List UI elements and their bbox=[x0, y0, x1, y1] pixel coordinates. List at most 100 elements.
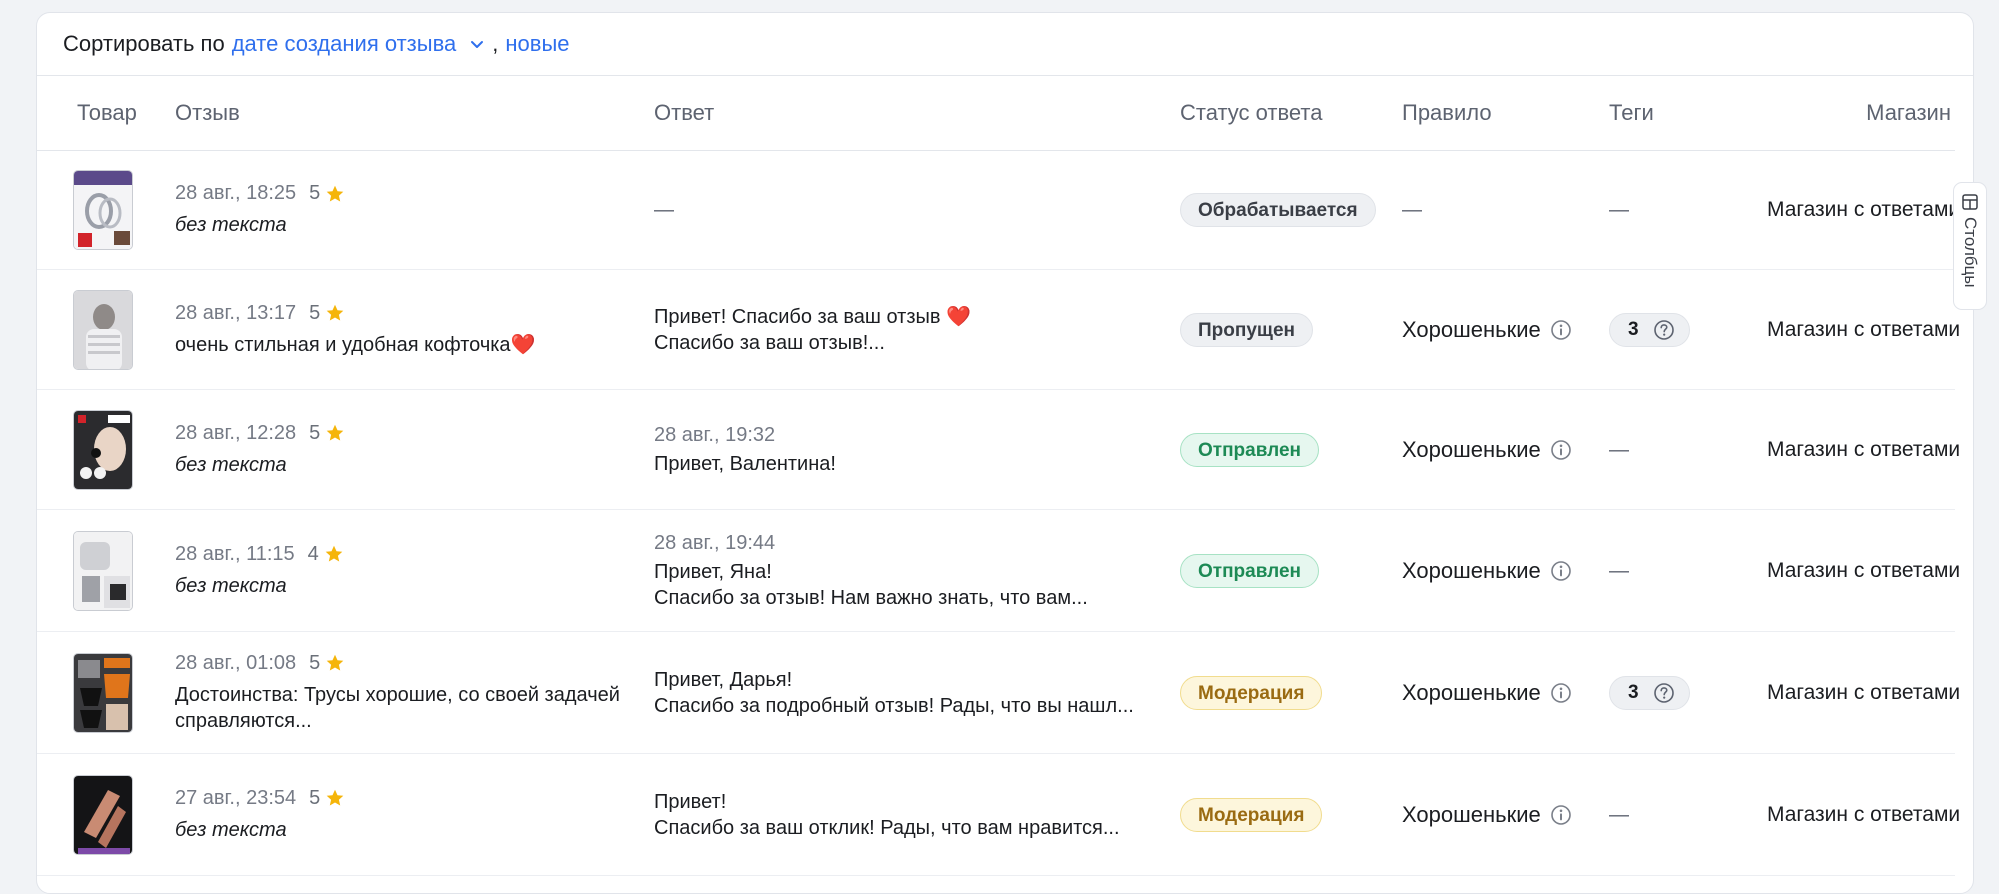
table-row[interactable]: 28 авг., 11:15 4 без текста 28 авг., 19:4… bbox=[37, 509, 1960, 632]
answer-time: 28 авг., 19:44 bbox=[654, 532, 776, 554]
review-date: 28 авг., 12:28 bbox=[175, 421, 297, 444]
tags-chip[interactable]: 3 bbox=[1609, 675, 1690, 710]
column-header-status[interactable]: Статус ответа bbox=[1180, 76, 1402, 151]
tags-count: 3 bbox=[1628, 681, 1639, 703]
tags-cell: — bbox=[1609, 509, 1767, 632]
star-icon bbox=[325, 303, 345, 323]
question-icon bbox=[1653, 319, 1675, 341]
answer-cell: 28 авг., 19:44 Привет, Яна! Спасибо за о… bbox=[654, 509, 1180, 632]
answer-time: 28 авг., 19:32 bbox=[654, 424, 776, 446]
table-row[interactable]: 28 авг., 01:08 5 Достоинства: Трусы хорош… bbox=[37, 631, 1960, 754]
columns-icon bbox=[1961, 193, 1979, 211]
review-rating: 5 bbox=[309, 421, 321, 444]
answer-line: Спасибо за ваш отклик! Рады, что вам нра… bbox=[654, 816, 1120, 839]
sort-bar: Сортировать по дате создания отзыва , но… bbox=[37, 13, 1973, 76]
answer-empty: — bbox=[654, 198, 674, 221]
shop-name: Магазин с ответами bbox=[1767, 269, 1960, 390]
status-cell: Обрабатывается bbox=[1180, 150, 1402, 270]
tags-empty: — bbox=[1609, 199, 1629, 221]
rule-name[interactable]: Хорошенькие bbox=[1402, 437, 1541, 463]
rule-name[interactable]: Хорошенькие bbox=[1402, 558, 1541, 584]
column-header-tags[interactable]: Теги bbox=[1609, 76, 1767, 151]
shop-name: Магазин с ответами bbox=[1767, 753, 1960, 876]
product-thumbnail[interactable] bbox=[73, 530, 133, 611]
table-row[interactable]: 27 авг., 23:54 5 без текста Привет! Спаси… bbox=[37, 753, 1960, 876]
review-cell: 28 авг., 18:25 5 без текста bbox=[175, 150, 654, 270]
answer-cell: Привет! Спасибо за ваш отклик! Рады, что… bbox=[654, 753, 1180, 876]
sort-separator: , bbox=[492, 31, 499, 56]
star-icon bbox=[325, 653, 345, 673]
answer-line: Привет, Яна! bbox=[654, 561, 772, 583]
column-header-rule[interactable]: Правило bbox=[1402, 76, 1609, 151]
star-icon bbox=[325, 788, 345, 808]
product-thumbnail[interactable] bbox=[73, 652, 133, 733]
rule-cell: Хорошенькие bbox=[1402, 389, 1609, 510]
answer-cell: Привет, Дарья! Спасибо за подробный отзы… bbox=[654, 631, 1180, 754]
status-badge: Модерация bbox=[1180, 797, 1323, 832]
column-header-shop[interactable]: Магазин bbox=[1767, 76, 1955, 151]
product-thumbnail[interactable] bbox=[73, 409, 133, 490]
reviews-table: Товар Отзыв Ответ Статус ответа Правило … bbox=[37, 76, 1960, 876]
tags-empty: — bbox=[1609, 559, 1629, 582]
product-cell bbox=[37, 753, 175, 876]
answer-line: Привет! Спасибо за ваш отзыв ❤️ bbox=[654, 305, 971, 328]
status-cell: Модерация bbox=[1180, 753, 1402, 876]
table-row[interactable]: 28 авг., 18:25 5 без текста — Обрабатывае… bbox=[37, 150, 1960, 270]
column-header-review[interactable]: Отзыв bbox=[175, 76, 654, 151]
star-icon bbox=[325, 184, 345, 204]
table-row[interactable]: 28 авг., 13:17 5 очень стильная и удобная… bbox=[37, 269, 1960, 390]
status-cell: Модерация bbox=[1180, 631, 1402, 754]
tags-chip[interactable]: 3 bbox=[1609, 312, 1690, 347]
column-header-product[interactable]: Товар bbox=[37, 76, 175, 151]
answer-line: Спасибо за подробный отзыв! Рады, что вы… bbox=[654, 694, 1134, 717]
review-cell: 28 авг., 12:28 5 без текста bbox=[175, 389, 654, 510]
rule-name[interactable]: Хорошенькие bbox=[1402, 802, 1541, 828]
info-icon[interactable] bbox=[1550, 804, 1572, 826]
product-thumbnail[interactable] bbox=[73, 289, 133, 370]
review-rating: 5 bbox=[309, 182, 321, 204]
status-badge: Обрабатывается bbox=[1180, 193, 1376, 227]
review-rating: 5 bbox=[309, 786, 321, 809]
review-date: 28 авг., 11:15 bbox=[175, 542, 295, 565]
review-text: без текста bbox=[175, 574, 287, 597]
sort-order-toggle[interactable]: новые bbox=[505, 31, 569, 57]
table-row[interactable]: 28 авг., 12:28 5 без текста 28 авг., 19:3… bbox=[37, 389, 1960, 510]
answer-line: Спасибо за ваш отзыв!... bbox=[654, 331, 885, 354]
review-cell: 28 авг., 01:08 5 Достоинства: Трусы хорош… bbox=[175, 631, 654, 754]
table-header: Товар Отзыв Ответ Статус ответа Правило … bbox=[37, 76, 1955, 151]
chevron-down-icon[interactable] bbox=[468, 35, 486, 53]
rule-name[interactable]: Хорошенькие bbox=[1402, 680, 1541, 706]
review-text: без текста bbox=[175, 214, 287, 236]
answer-line: Привет! bbox=[654, 790, 727, 813]
product-cell bbox=[37, 389, 175, 510]
answer-line: Привет, Валентина! bbox=[654, 453, 836, 475]
info-icon[interactable] bbox=[1550, 560, 1572, 582]
answer-line: Спасибо за отзыв! Нам важно знать, что в… bbox=[654, 587, 1088, 609]
rule-empty: — bbox=[1402, 199, 1422, 221]
tags-cell: 3 bbox=[1609, 631, 1767, 754]
tags-empty: — bbox=[1609, 438, 1629, 461]
rule-name[interactable]: Хорошенькие bbox=[1402, 317, 1541, 343]
column-header-answer[interactable]: Ответ bbox=[654, 76, 1180, 151]
info-icon[interactable] bbox=[1550, 439, 1572, 461]
info-icon[interactable] bbox=[1550, 319, 1572, 341]
rule-cell: Хорошенькие bbox=[1402, 753, 1609, 876]
answer-cell: 28 авг., 19:32 Привет, Валентина! bbox=[654, 389, 1180, 510]
answer-cell: Привет! Спасибо за ваш отзыв ❤️ Спасибо … bbox=[654, 269, 1180, 390]
tags-cell: — bbox=[1609, 753, 1767, 876]
status-cell: Отправлен bbox=[1180, 509, 1402, 632]
shop-name: Магазин с ответами bbox=[1767, 389, 1960, 510]
review-text: Достоинства: Трусы хорошие, со своей зад… bbox=[175, 683, 620, 732]
review-text: без текста bbox=[175, 818, 287, 841]
product-thumbnail[interactable] bbox=[73, 170, 133, 250]
status-cell: Отправлен bbox=[1180, 389, 1402, 510]
status-cell: Пропущен bbox=[1180, 269, 1402, 390]
product-thumbnail[interactable] bbox=[73, 774, 133, 855]
sort-field-dropdown[interactable]: дате создания отзыва bbox=[232, 31, 457, 57]
status-badge: Отправлен bbox=[1180, 553, 1320, 588]
info-icon[interactable] bbox=[1550, 682, 1572, 704]
status-badge: Модерация bbox=[1180, 675, 1323, 710]
review-rating: 5 bbox=[309, 651, 321, 674]
product-cell bbox=[37, 631, 175, 754]
columns-settings-button[interactable]: Столбцы bbox=[1953, 182, 1987, 310]
